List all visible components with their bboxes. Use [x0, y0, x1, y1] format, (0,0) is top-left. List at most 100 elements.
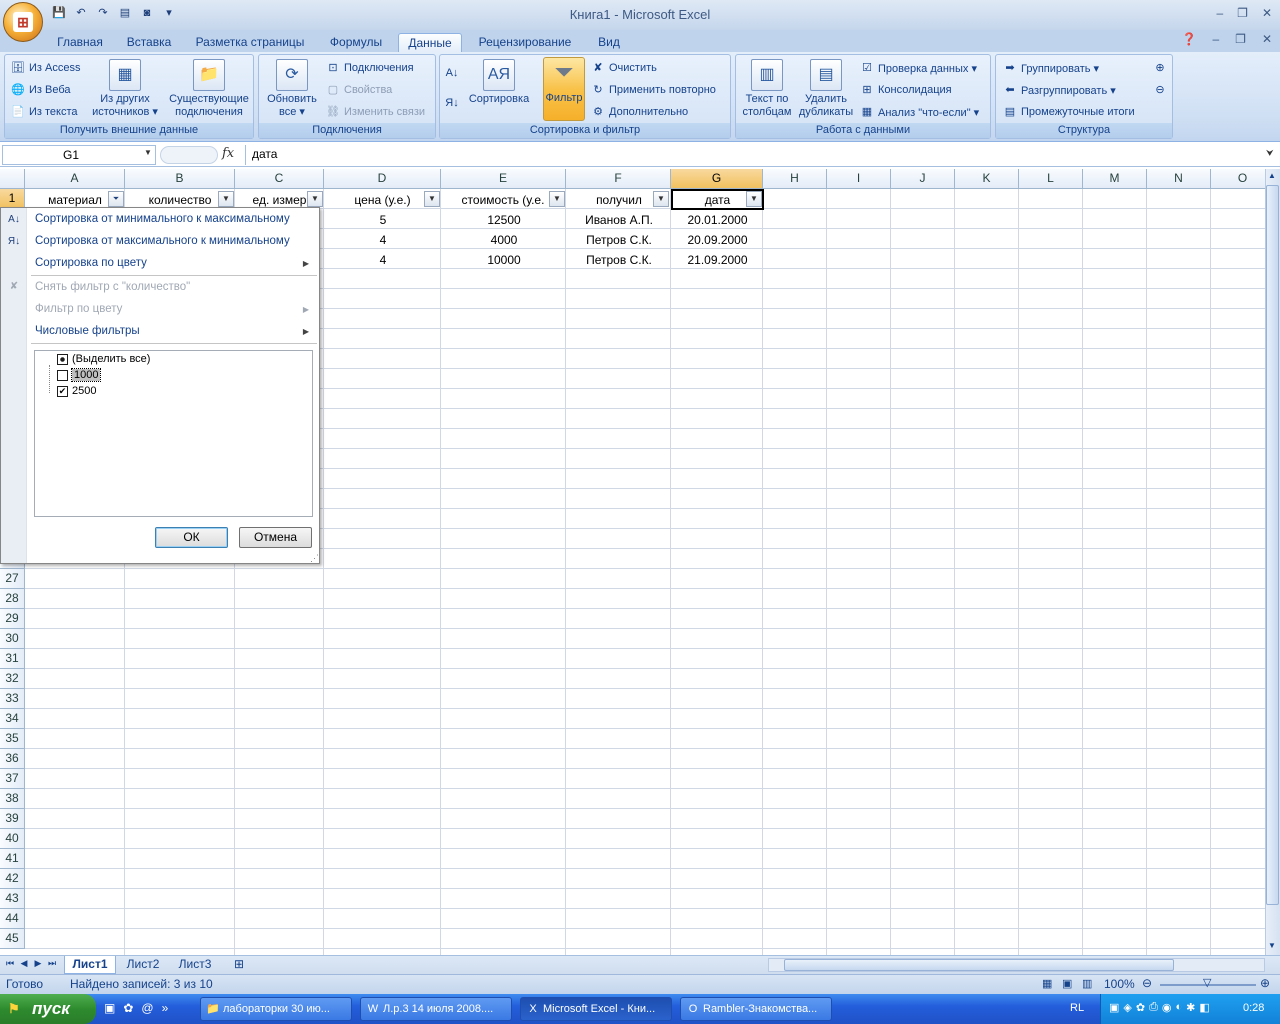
column-header-L[interactable]: L [1019, 169, 1083, 189]
sort-ascending-item[interactable]: Сортировка от минимального к максимально… [35, 213, 290, 225]
insert-function-icon[interactable]: fx [222, 146, 234, 161]
sheet-tab-1[interactable]: Лист1 [64, 956, 116, 974]
minimize-button[interactable]: – [1216, 6, 1223, 20]
update-icon[interactable]: ◉ [1162, 1001, 1172, 1014]
filter-active-dropdown-icon[interactable]: ⏷ [108, 191, 124, 207]
sheet-tab-2[interactable]: Лист2 [118, 956, 168, 974]
next-sheet-icon[interactable]: ▶ [32, 958, 44, 969]
clear-filter-button[interactable]: ✘ Очистить [590, 60, 657, 76]
cell-G4[interactable]: 21.09.2000 [672, 250, 763, 270]
help-icon[interactable]: ❓ [1182, 32, 1197, 46]
row-header-36[interactable]: 36 [0, 749, 25, 769]
taskbar-button[interactable]: 📁 лабораторки 30 ию... [200, 997, 352, 1021]
undo-icon[interactable]: ↶ [72, 5, 90, 21]
cancel-button[interactable]: Отмена [239, 527, 312, 548]
taskbar-button-excel[interactable]: X Microsoft Excel - Кни... [520, 997, 672, 1021]
filter-dropdown-icon[interactable]: ▼ [653, 191, 669, 207]
remove-duplicates-button[interactable]: ▤ Удалить дубликаты [798, 59, 854, 119]
row-header-35[interactable]: 35 [0, 729, 25, 749]
properties-button[interactable]: ▢ Свойства [325, 82, 393, 98]
expand-formula-bar-icon[interactable]: ⮟ [1266, 148, 1274, 159]
volume-icon[interactable]: ◐ [1176, 1001, 1183, 1014]
vertical-scroll-thumb[interactable] [1266, 185, 1279, 905]
close-button[interactable]: ✕ [1262, 6, 1272, 20]
row-header-30[interactable]: 30 [0, 629, 25, 649]
tab-review[interactable]: Рецензирование [472, 33, 578, 52]
edit-links-button[interactable]: ⛓ Изменить связи [325, 104, 425, 120]
row-header-28[interactable]: 28 [0, 589, 25, 609]
cell-E3[interactable]: 4000 [442, 230, 566, 250]
wb-restore-button[interactable]: ❐ [1235, 32, 1246, 46]
zoom-slider-thumb[interactable]: ▽ [1203, 976, 1211, 989]
from-text-button[interactable]: 📄 Из текста [10, 104, 77, 120]
taskbar-button[interactable]: O Rambler-Знакомства... [680, 997, 832, 1021]
messenger-icon[interactable]: ✿ [123, 1001, 133, 1015]
select-all-corner[interactable] [0, 169, 25, 189]
start-button[interactable]: ⚑ пуск [0, 994, 96, 1024]
column-header-F[interactable]: F [566, 169, 671, 189]
group-button[interactable]: ➡ Группировать ▾ [1002, 60, 1099, 76]
sort-az-button[interactable]: A↓ [444, 65, 460, 81]
filter-dropdown-icon[interactable]: ▼ [424, 191, 440, 207]
zoom-in-icon[interactable]: ⊕ [1260, 976, 1270, 990]
column-header-D[interactable]: D [324, 169, 441, 189]
from-web-button[interactable]: 🌐 Из Веба [10, 82, 70, 98]
existing-connections-button[interactable]: 📁 Существующие подключения [167, 59, 251, 119]
horizontal-scroll-thumb[interactable] [784, 959, 1174, 971]
filter-value-row[interactable]: 1000 [57, 368, 102, 382]
ungroup-button[interactable]: ⬅ Разгруппировать ▾ [1002, 82, 1115, 98]
camera-icon[interactable]: ◙ [138, 5, 156, 21]
filter-values-list[interactable]: (Выделить все) 1000 ✔ 2500 [34, 350, 313, 517]
column-header-J[interactable]: J [891, 169, 955, 189]
row-header-31[interactable]: 31 [0, 649, 25, 669]
advanced-filter-button[interactable]: ⚙ Дополнительно [590, 104, 688, 120]
data-validation-button[interactable]: ☑ Проверка данных ▾ [859, 60, 977, 76]
tab-data[interactable]: Данные [398, 33, 462, 52]
scroll-down-icon[interactable]: ▼ [1268, 941, 1276, 950]
name-box-dropdown-icon[interactable]: ▼ [144, 148, 152, 157]
tab-insert[interactable]: Вставка [120, 33, 178, 52]
save-icon[interactable]: 💾 [50, 5, 68, 21]
cell-E4[interactable]: 10000 [442, 250, 566, 270]
row-header-33[interactable]: 33 [0, 689, 25, 709]
filter-dropdown-icon[interactable]: ▼ [549, 191, 565, 207]
wb-minimize-button[interactable]: – [1212, 32, 1219, 46]
print-preview-icon[interactable]: ▤ [116, 5, 134, 21]
formula-input[interactable]: дата [245, 145, 1265, 165]
column-header-E[interactable]: E [441, 169, 566, 189]
clear-filter-item[interactable]: Снять фильтр с "количество" [35, 281, 190, 293]
tab-page-layout[interactable]: Разметка страницы [190, 33, 310, 52]
redo-icon[interactable]: ↷ [94, 5, 112, 21]
column-header-M[interactable]: M [1083, 169, 1147, 189]
maximize-button[interactable]: ❐ [1237, 6, 1248, 20]
select-all-checkbox[interactable] [57, 353, 68, 365]
row-header-39[interactable]: 39 [0, 809, 25, 829]
sort-button[interactable]: АЯ Сортировка [466, 59, 532, 106]
normal-view-icon[interactable]: ▦ [1042, 977, 1052, 990]
filter-by-color-item[interactable]: Фильтр по цвету [35, 303, 122, 315]
cell-G3[interactable]: 20.09.2000 [672, 230, 763, 250]
tab-view[interactable]: Вид [590, 33, 628, 52]
show-detail-button[interactable]: ⊕ [1152, 60, 1168, 76]
filter-button[interactable]: ⏷ Фильтр [543, 57, 585, 121]
number-filters-item[interactable]: Числовые фильтры [35, 325, 140, 337]
filter-dropdown-icon[interactable]: ▼ [307, 191, 323, 207]
reapply-button[interactable]: ↻ Применить повторно [590, 82, 716, 98]
what-if-button[interactable]: ▦ Анализ "что-если" ▾ [859, 104, 979, 120]
name-box[interactable]: G1 [2, 145, 156, 165]
hide-detail-button[interactable]: ⊖ [1152, 82, 1168, 98]
header-cell-cost[interactable]: стоимость (у.е. [442, 190, 564, 210]
cell-D3[interactable]: 4 [325, 230, 441, 250]
first-sheet-icon[interactable]: ⏮ [4, 958, 16, 969]
row-header-32[interactable]: 32 [0, 669, 25, 689]
mail-icon[interactable]: @ [141, 1001, 153, 1015]
row-header-34[interactable]: 34 [0, 709, 25, 729]
column-header-K[interactable]: K [955, 169, 1019, 189]
desktop-icon[interactable]: ▣ [104, 1001, 115, 1015]
bug-icon[interactable]: ✱ [1186, 1001, 1195, 1014]
row-header-44[interactable]: 44 [0, 909, 25, 929]
last-sheet-icon[interactable]: ⏭ [46, 958, 58, 969]
column-header-I[interactable]: I [827, 169, 891, 189]
insert-sheet-icon[interactable]: ⊞ [224, 956, 254, 974]
text-to-columns-button[interactable]: ▥ Текст по столбцам [740, 59, 794, 119]
